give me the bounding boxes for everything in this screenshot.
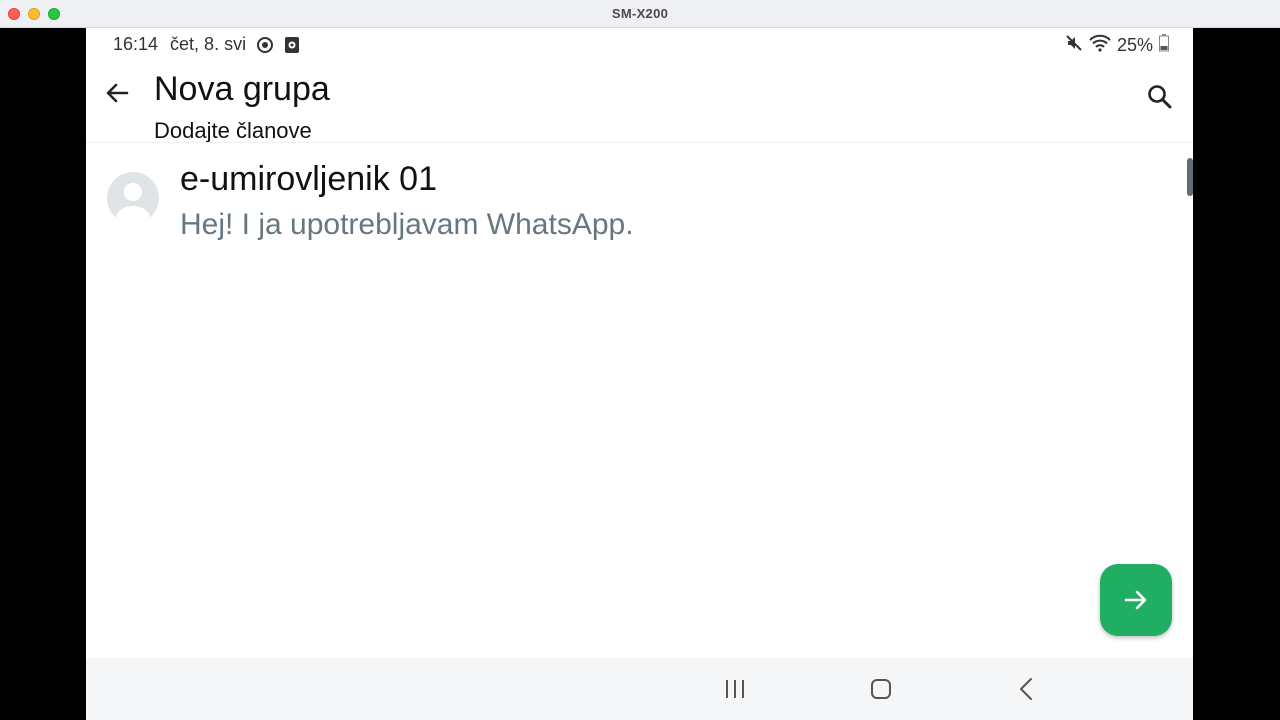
battery-percent: 25% <box>1116 35 1153 55</box>
search-icon <box>1148 85 1172 109</box>
scrollbar[interactable] <box>1187 158 1193 196</box>
app-bar: Nova grupa Dodajte članove <box>86 60 1193 143</box>
window-titlebar: SM-X200 <box>0 0 1280 28</box>
arrow-right-icon <box>1124 590 1147 610</box>
next-button[interactable] <box>1100 564 1172 636</box>
back-icon <box>1020 678 1032 700</box>
recents-button[interactable] <box>720 674 750 704</box>
home-button[interactable] <box>866 674 896 704</box>
wifi-icon <box>1089 34 1111 57</box>
contact-status: Hej! I ja upotrebljavam WhatsApp. <box>180 208 634 241</box>
back-arrow-icon <box>106 83 129 103</box>
page-title: Nova grupa <box>154 70 330 108</box>
contact-name: e-umirovljenik 01 <box>180 160 437 198</box>
media-icon <box>284 36 300 54</box>
sync-icon <box>256 36 274 54</box>
system-nav-bar <box>86 658 1193 720</box>
recents-icon <box>726 680 744 698</box>
device-screen: 16:14 čet, 8. svi 25% Nova grupa Dodajte… <box>86 28 1193 720</box>
window-title: SM-X200 <box>611 6 669 21</box>
contact-list-item[interactable]: e-umirovljenik 01 Hej! I ja upotrebljava… <box>86 156 1193 246</box>
home-icon <box>871 679 891 699</box>
page-subtitle: Dodajte članove <box>154 118 312 142</box>
battery-icon <box>1159 34 1169 57</box>
avatar <box>107 172 159 224</box>
search-button[interactable] <box>1145 82 1175 112</box>
status-bar: 16:14 čet, 8. svi 25% <box>86 28 1193 60</box>
default-avatar-icon <box>116 183 150 224</box>
mute-icon <box>1065 34 1083 57</box>
status-date: čet, 8. svi <box>170 34 247 54</box>
status-time: 16:14 <box>113 34 159 54</box>
back-button[interactable] <box>102 78 132 108</box>
nav-back-button[interactable] <box>1012 674 1042 704</box>
